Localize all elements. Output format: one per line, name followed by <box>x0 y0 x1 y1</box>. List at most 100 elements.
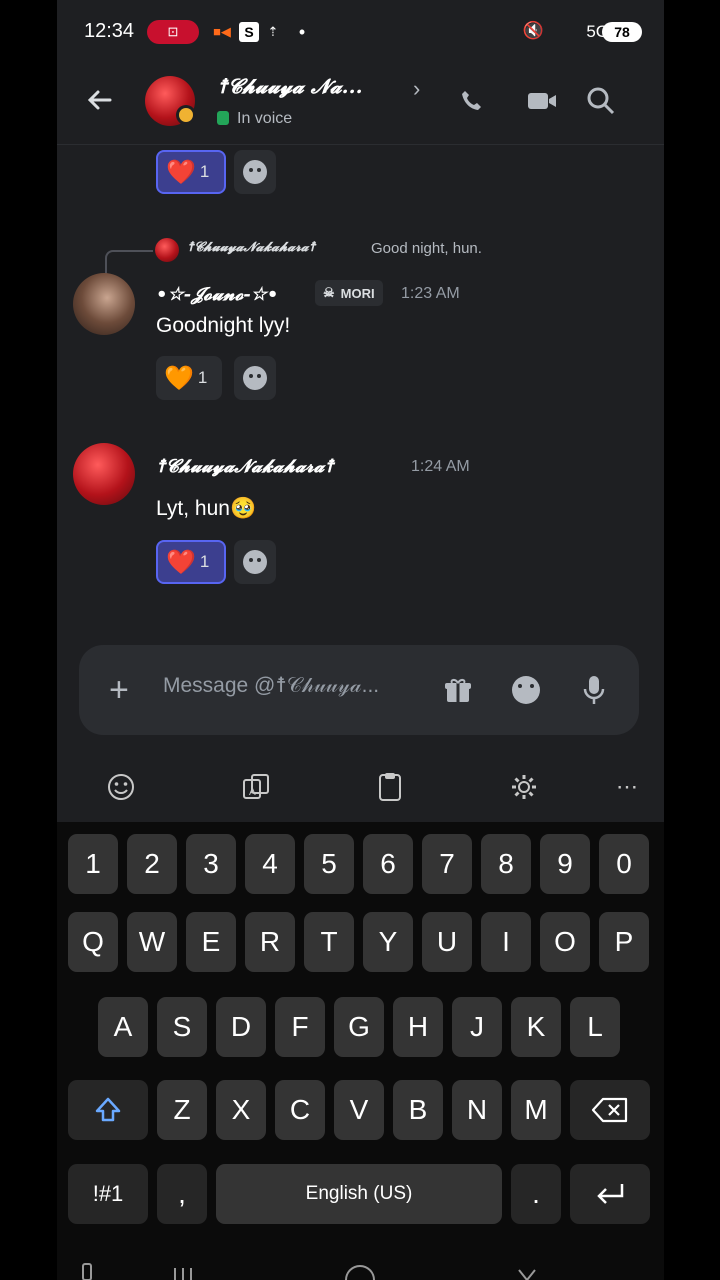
smiley-icon <box>243 366 267 390</box>
avatar[interactable] <box>73 443 135 505</box>
key-b[interactable]: B <box>393 1080 443 1140</box>
badge-label: MORI <box>340 285 375 301</box>
backspace-icon <box>591 1097 628 1123</box>
keyboard-toolbar: A ⋯ <box>57 752 664 822</box>
gift-icon[interactable] <box>443 675 473 705</box>
key-h[interactable]: H <box>393 997 443 1057</box>
key-5[interactable]: 5 <box>304 834 354 894</box>
key-q[interactable]: Q <box>68 912 118 972</box>
hide-keyboard-icon[interactable] <box>518 1269 536 1280</box>
key-c[interactable]: C <box>275 1080 325 1140</box>
emoji-icon[interactable] <box>511 675 541 705</box>
message-timestamp: 1:23 AM <box>401 285 460 302</box>
shift-key[interactable] <box>68 1080 148 1140</box>
key-e[interactable]: E <box>186 912 236 972</box>
app-s-icon: S <box>239 22 259 42</box>
reply-preview[interactable]: Good night, hun. <box>371 240 482 257</box>
key-v[interactable]: V <box>334 1080 384 1140</box>
key-1[interactable]: 1 <box>68 834 118 894</box>
message-text[interactable]: Goodnight lyy! <box>156 314 290 338</box>
key-d[interactable]: D <box>216 997 266 1057</box>
home-nav-icon[interactable] <box>345 1265 375 1280</box>
clipboard-icon[interactable] <box>373 770 407 804</box>
key-3[interactable]: 3 <box>186 834 236 894</box>
chat-header: ☨𝓒𝓱𝓾𝓾𝔂𝓪 𝓝𝓪... › In voice <box>57 62 664 145</box>
chevron-right-icon[interactable]: › <box>413 76 420 102</box>
backspace-key[interactable] <box>570 1080 650 1140</box>
key-8[interactable]: 8 <box>481 834 531 894</box>
key-x[interactable]: X <box>216 1080 266 1140</box>
key-p[interactable]: P <box>599 912 649 972</box>
settings-gear-icon[interactable] <box>507 770 541 804</box>
discord-dm-screen: 12:34 ⊡ ■◀ S ⇡ • 🔇 5G 78 ☨𝓒𝓱𝓾𝓾𝔂𝓪 𝓝𝓪... ›… <box>57 0 664 1280</box>
attach-plus-icon[interactable]: + <box>109 673 129 707</box>
voice-status-label: In voice <box>237 110 293 127</box>
key-7[interactable]: 7 <box>422 834 472 894</box>
smiley-icon <box>243 160 267 184</box>
key-9[interactable]: 9 <box>540 834 590 894</box>
key-0[interactable]: 0 <box>599 834 649 894</box>
phone-call-icon[interactable] <box>455 84 489 118</box>
reaction-count: 1 <box>197 368 208 387</box>
screen-record-icon: ⊡ <box>147 20 199 44</box>
key-m[interactable]: M <box>511 1080 561 1140</box>
recents-nav-icon[interactable] <box>174 1268 192 1280</box>
message-text[interactable]: Lyt, hun🥹 <box>156 497 256 521</box>
key-k[interactable]: K <box>511 997 561 1057</box>
key-t[interactable]: T <box>304 912 354 972</box>
key-f[interactable]: F <box>275 997 325 1057</box>
key-4[interactable]: 4 <box>245 834 295 894</box>
role-badge: ☠ MORI <box>315 280 383 306</box>
space-key[interactable]: English (US) <box>216 1164 502 1224</box>
key-j[interactable]: J <box>452 997 502 1057</box>
reply-author[interactable]: ☨𝓒𝓱𝓾𝓾𝔂𝓪𝓝𝓪𝓴𝓪𝓱𝓪𝓻𝓪☨ <box>187 240 316 255</box>
microphone-icon[interactable] <box>579 675 609 705</box>
period-key[interactable]: . <box>511 1164 561 1224</box>
reaction-heart[interactable]: ❤️ 1 <box>156 150 226 194</box>
add-reaction-button[interactable] <box>234 356 276 400</box>
key-n[interactable]: N <box>452 1080 502 1140</box>
add-reaction-button[interactable] <box>234 150 276 194</box>
enter-arrow-icon <box>597 1184 624 1204</box>
key-2[interactable]: 2 <box>127 834 177 894</box>
add-reaction-button[interactable] <box>234 540 276 584</box>
enter-key[interactable] <box>570 1164 650 1224</box>
shift-arrow-icon <box>95 1097 121 1122</box>
smiley-face-icon <box>512 676 540 704</box>
emoji-keyboard-icon[interactable] <box>104 770 138 804</box>
key-o[interactable]: O <box>540 912 590 972</box>
back-nav-icon[interactable] <box>82 1263 92 1280</box>
reaction-heart[interactable]: ❤️ 1 <box>156 540 226 584</box>
message-author[interactable]: ☨𝓒𝓱𝓾𝓾𝔂𝓪𝓝𝓪𝓴𝓪𝓱𝓪𝓻𝓪☨ <box>156 456 334 477</box>
key-g[interactable]: G <box>334 997 384 1057</box>
more-options-icon[interactable]: ⋯ <box>610 770 644 804</box>
orange-heart-icon: 🧡 <box>164 364 194 392</box>
key-u[interactable]: U <box>422 912 472 972</box>
key-z[interactable]: Z <box>157 1080 207 1140</box>
key-a[interactable]: A <box>98 997 148 1057</box>
svg-text:A: A <box>249 787 256 798</box>
smiley-icon <box>243 550 267 574</box>
key-s[interactable]: S <box>157 997 207 1057</box>
key-l[interactable]: L <box>570 997 620 1057</box>
reaction-orange-heart[interactable]: 🧡 1 <box>156 356 222 400</box>
back-arrow-icon[interactable] <box>84 84 116 116</box>
key-6[interactable]: 6 <box>363 834 413 894</box>
key-i[interactable]: I <box>481 912 531 972</box>
status-time: 12:34 <box>84 20 135 42</box>
key-y[interactable]: Y <box>363 912 413 972</box>
soft-keyboard: 1 2 3 4 5 6 7 8 9 0 Q W E R T Y U I O P … <box>57 822 664 1280</box>
comma-key[interactable]: , <box>157 1164 207 1224</box>
page-title[interactable]: ☨𝓒𝓱𝓾𝓾𝔂𝓪 𝓝𝓪... <box>217 74 363 98</box>
message-input[interactable]: Message @☨𝒞𝒽𝓊𝓊𝓎𝒶... <box>163 673 379 698</box>
search-icon[interactable] <box>581 84 621 118</box>
symbols-key[interactable]: !#1 <box>68 1164 148 1224</box>
avatar[interactable] <box>73 273 135 335</box>
key-w[interactable]: W <box>127 912 177 972</box>
system-nav-bar <box>57 1250 664 1280</box>
translate-icon[interactable]: A <box>239 770 273 804</box>
key-r[interactable]: R <box>245 912 295 972</box>
message-author[interactable]: •☆-𝓙𝓸𝓾𝓷𝓸-☆• <box>156 284 278 305</box>
battery-indicator: 78 <box>602 22 642 42</box>
video-call-icon[interactable] <box>525 84 559 118</box>
